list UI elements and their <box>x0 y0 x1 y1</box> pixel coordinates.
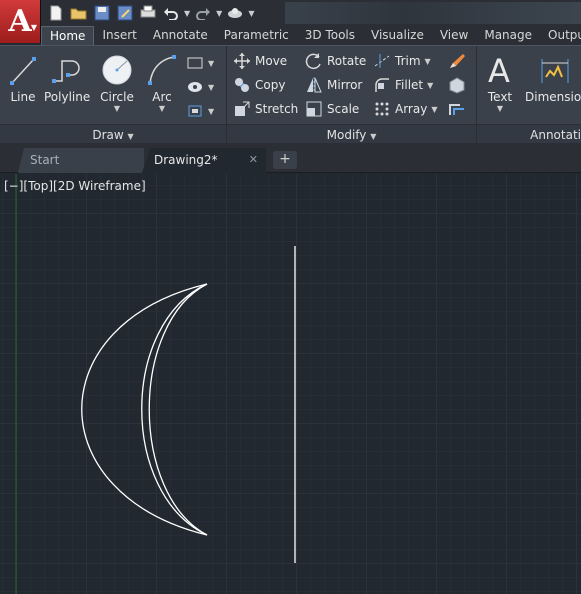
scale-button[interactable]: Scale <box>305 98 359 120</box>
moon-middle-arc[interactable] <box>141 283 208 536</box>
rectangle-icon <box>187 57 203 69</box>
drawing-viewport[interactable]: [−][Top][2D Wireframe] <box>0 174 581 594</box>
polyline-icon <box>52 60 80 83</box>
line-button[interactable]: Line <box>6 50 40 104</box>
mirror-button[interactable]: Mirror <box>305 74 362 96</box>
offset-button[interactable] <box>447 98 467 120</box>
ribbon-tab-bar: Home Insert Annotate Parametric 3D Tools… <box>41 26 581 45</box>
undo-icon[interactable] <box>161 4 181 22</box>
region-button[interactable]: ▼ <box>186 100 214 122</box>
draw-panel: Line Polyline Circle ▼ Arc ▼ ▼ ▼ ▼ Draw … <box>0 46 227 144</box>
tab-output[interactable]: Output <box>540 26 581 45</box>
circle-button[interactable]: Circle ▼ <box>98 50 136 113</box>
move-button[interactable]: Move <box>233 50 287 72</box>
trim-icon <box>374 54 390 68</box>
chevron-down-icon: ▼ <box>158 104 166 113</box>
workspace-icon[interactable] <box>225 4 245 22</box>
chevron-down-icon: ▼ <box>496 104 504 113</box>
tab-insert[interactable]: Insert <box>94 26 144 45</box>
window-title-area <box>285 2 581 24</box>
circle-icon <box>102 55 132 85</box>
chevron-down-icon: ▼ <box>113 104 121 113</box>
stretch-button[interactable]: Stretch <box>233 98 298 120</box>
customize-icon[interactable]: ▼ <box>248 9 254 18</box>
svg-text:A: A <box>488 52 510 88</box>
fillet-button[interactable]: Fillet ▼ <box>373 74 433 96</box>
chevron-down-icon: ▼ <box>30 23 37 32</box>
mirror-icon <box>307 77 322 93</box>
ribbon: Line Polyline Circle ▼ Arc ▼ ▼ ▼ ▼ Draw … <box>0 45 581 144</box>
stretch-icon <box>235 101 250 116</box>
fillet-icon <box>375 78 389 92</box>
quick-access-toolbar: ▼ ▼ ▼ <box>46 3 254 23</box>
tab-view[interactable]: View <box>432 26 476 45</box>
open-folder-icon[interactable] <box>69 4 89 22</box>
file-tab-bar: Start Drawing2* ✕ + <box>0 143 581 173</box>
save-as-icon[interactable] <box>115 4 135 22</box>
explode-icon <box>449 77 465 94</box>
new-file-icon[interactable] <box>46 4 66 22</box>
text-icon: A <box>488 52 510 88</box>
undo-dropdown-icon[interactable]: ▼ <box>184 9 190 18</box>
copy-icon <box>235 78 249 92</box>
moon-inner-arc[interactable] <box>148 283 208 536</box>
text-button[interactable]: A Text ▼ <box>483 50 517 113</box>
new-tab-button[interactable]: + <box>273 151 297 169</box>
close-icon[interactable]: ✕ <box>249 148 258 172</box>
title-bar: ▼ ▼ ▼ <box>0 0 581 26</box>
copy-button[interactable]: Copy <box>233 74 285 96</box>
app-logo-icon: A <box>8 3 32 39</box>
dimension-icon <box>541 59 569 83</box>
application-menu-button[interactable]: A ▼ <box>0 0 41 43</box>
arc-button[interactable]: Arc ▼ <box>144 50 180 113</box>
trim-button[interactable]: Trim ▼ <box>373 50 431 72</box>
draw-panel-title[interactable]: Draw ▼ <box>0 124 226 144</box>
arc-icon <box>148 55 176 85</box>
tab-visualize[interactable]: Visualize <box>363 26 432 45</box>
erase-button[interactable] <box>447 50 467 72</box>
annotation-panel: A Text ▼ Dimension Annotati <box>477 46 581 144</box>
array-icon <box>375 102 389 116</box>
drawing-canvas[interactable] <box>0 174 581 594</box>
annotation-panel-title[interactable]: Annotati <box>477 124 581 144</box>
move-icon <box>234 53 250 69</box>
tab-3d-tools[interactable]: 3D Tools <box>297 26 363 45</box>
tab-parametric[interactable]: Parametric <box>216 26 297 45</box>
hatch-icon <box>188 82 202 92</box>
dimension-button[interactable]: Dimension <box>525 50 581 104</box>
offset-icon <box>449 104 464 115</box>
line-icon <box>10 57 36 85</box>
modify-panel-title[interactable]: Modify ▼ <box>227 124 476 144</box>
polyline-button[interactable]: Polyline <box>44 50 90 104</box>
region-icon <box>188 105 202 117</box>
redo-dropdown-icon[interactable]: ▼ <box>216 9 222 18</box>
moon-outer-arc[interactable] <box>81 283 208 536</box>
tab-home[interactable]: Home <box>41 26 95 45</box>
modify-panel: Move Rotate Trim▼ Copy Mirror Fillet▼ <box>227 46 477 144</box>
redo-icon[interactable] <box>193 4 213 22</box>
viewport-controls-label[interactable]: [−][Top][2D Wireframe] <box>4 179 146 193</box>
hatch-button[interactable]: ▼ <box>186 76 214 98</box>
save-icon[interactable] <box>92 4 112 22</box>
file-tab-start[interactable]: Start <box>18 148 144 173</box>
plot-icon[interactable] <box>138 4 158 22</box>
explode-button[interactable] <box>447 74 467 96</box>
rectangle-button[interactable]: ▼ <box>186 52 214 74</box>
array-button[interactable]: Array ▼ <box>373 98 437 120</box>
tab-annotate[interactable]: Annotate <box>145 26 216 45</box>
rotate-button[interactable]: Rotate <box>305 50 366 72</box>
tab-manage[interactable]: Manage <box>476 26 540 45</box>
erase-icon <box>450 54 465 68</box>
file-tab-drawing2[interactable]: Drawing2* ✕ <box>142 148 266 173</box>
scale-icon <box>306 101 322 117</box>
rotate-icon <box>305 53 321 70</box>
